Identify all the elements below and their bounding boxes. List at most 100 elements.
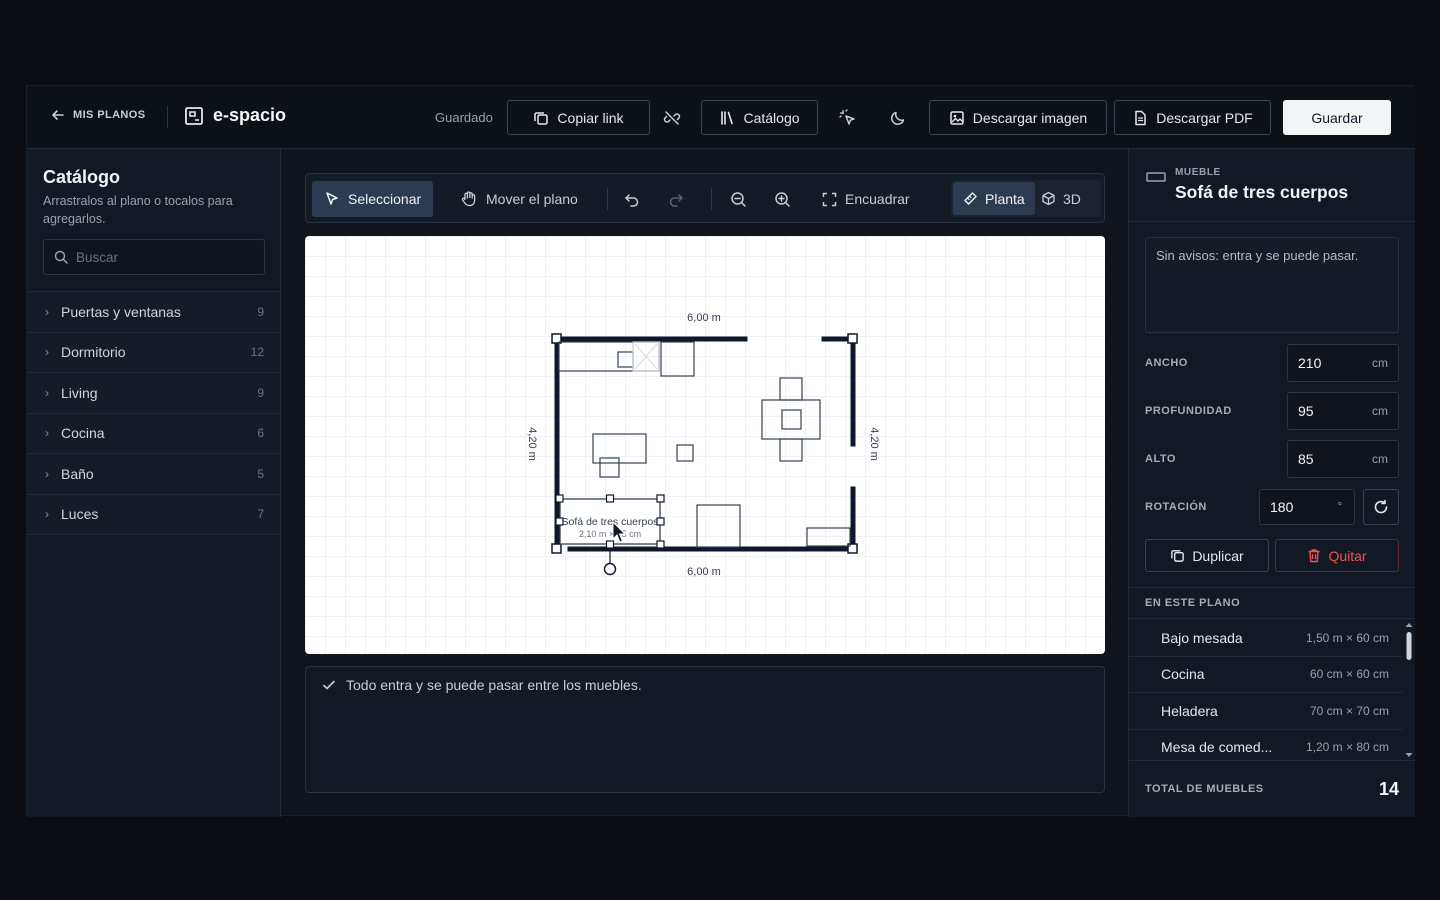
arrow-left-icon <box>51 108 65 122</box>
category-count: 12 <box>250 345 264 360</box>
rotate-button[interactable] <box>1363 489 1399 525</box>
back-to-plans-link[interactable]: MIS PLANOS <box>51 108 145 122</box>
depth-unit: cm <box>1372 404 1388 418</box>
header-divider <box>167 106 168 128</box>
category-label: Luces <box>61 506 99 523</box>
depth-field: PROFUNDIDAD 95 cm <box>1145 392 1399 430</box>
plan-view-label: Planta <box>985 190 1025 207</box>
width-field: ANCHO 210 cm <box>1145 344 1399 382</box>
category-cocina[interactable]: › Cocina 6 <box>27 413 280 454</box>
scroll-up-icon[interactable] <box>1405 623 1413 627</box>
category-luces[interactable]: › Luces 7 <box>27 494 280 535</box>
undo-button[interactable] <box>614 181 650 217</box>
zoom-in-button[interactable] <box>764 181 801 217</box>
item-name: Cocina <box>1161 666 1205 683</box>
in-plan-list: Bajo mesada 1,50 m × 60 cm Cocina 60 cm … <box>1129 620 1403 760</box>
category-bano[interactable]: › Baño 5 <box>27 454 280 495</box>
side-table[interactable] <box>599 457 620 478</box>
width-input[interactable]: 210 cm <box>1287 344 1399 382</box>
list-scrollbar[interactable] <box>1403 620 1415 760</box>
select-tool-button[interactable]: Seleccionar <box>312 181 434 217</box>
undo-icon <box>624 191 640 207</box>
sink[interactable] <box>617 351 634 368</box>
fit-view-button[interactable]: Encuadrar <box>810 181 922 217</box>
magic-tool-button[interactable] <box>836 106 860 130</box>
category-dormitorio[interactable]: › Dormitorio 12 <box>27 332 280 373</box>
panel-header: MUEBLE Sofá de tres cuerpos <box>1129 149 1415 222</box>
fridge[interactable] <box>660 341 695 377</box>
download-pdf-button[interactable]: Descargar PDF <box>1114 100 1271 135</box>
plan-icon <box>184 106 204 126</box>
brand-name: e-spacio <box>213 105 287 125</box>
chevron-right-icon: › <box>45 385 49 400</box>
plan-view-button[interactable]: Planta <box>953 182 1035 215</box>
pan-tool-button[interactable]: Mover el plano <box>448 181 590 217</box>
category-living[interactable]: › Living 9 <box>27 373 280 414</box>
duplicate-label: Duplicar <box>1192 547 1244 564</box>
category-puertas-y-ventanas[interactable]: › Puertas y ventanas 9 <box>27 292 280 333</box>
chevron-right-icon: › <box>45 426 49 441</box>
list-item[interactable]: Cocina 60 cm × 60 cm <box>1129 657 1403 693</box>
scroll-down-icon[interactable] <box>1405 753 1413 757</box>
resize-handle[interactable] <box>656 517 665 526</box>
height-input[interactable]: 85 cm <box>1287 440 1399 478</box>
dark-mode-toggle[interactable] <box>886 106 910 130</box>
catalog-button[interactable]: Catálogo <box>701 100 818 135</box>
sofa-dims: 2,10 m × 95 cm <box>579 529 641 539</box>
list-item[interactable]: Heladera 70 cm × 70 cm <box>1129 693 1403 730</box>
resize-handle[interactable] <box>656 494 665 503</box>
bench[interactable] <box>806 527 851 547</box>
duplicate-button[interactable]: Duplicar <box>1145 539 1269 572</box>
copy-link-button[interactable]: Copiar link <box>507 100 650 135</box>
category-label: Dormitorio <box>61 344 126 361</box>
top-bar: MIS PLANOS e-spacio Guardado Copiar link <box>27 86 1415 149</box>
resize-handle[interactable] <box>656 540 665 549</box>
list-item[interactable]: Mesa de comed... 1,20 m × 80 cm <box>1129 730 1403 761</box>
resize-handle[interactable] <box>555 517 564 526</box>
selected-sofa[interactable]: Sofá de tres cuerpos 2,10 m × 95 cm <box>555 494 665 576</box>
rotation-input[interactable]: 180 ° <box>1259 489 1355 525</box>
ruler-icon <box>963 191 978 206</box>
back-label: MIS PLANOS <box>73 109 146 121</box>
dining-table[interactable] <box>761 399 821 440</box>
dining-chair-bottom[interactable] <box>779 438 803 462</box>
kitchen-counter[interactable] <box>558 341 660 372</box>
dining-chair-top[interactable] <box>779 377 803 401</box>
catalog-label: Catálogo <box>743 109 800 126</box>
list-item[interactable]: Bajo mesada 1,50 m × 60 cm <box>1129 620 1403 657</box>
rotation-handle[interactable] <box>603 562 617 576</box>
copy-icon <box>1170 548 1185 563</box>
furniture-total: TOTAL DE MUEBLES 14 <box>1129 760 1415 817</box>
item-dims: 60 cm × 60 cm <box>1309 667 1389 682</box>
redo-button[interactable] <box>658 181 694 217</box>
rotation-value: 180 <box>1270 499 1294 515</box>
resize-handle[interactable] <box>555 494 564 503</box>
download-pdf-label: Descargar PDF <box>1156 109 1253 126</box>
sidebar-title: Catálogo <box>43 167 121 187</box>
unlink-toggle[interactable] <box>660 106 684 130</box>
remove-button[interactable]: Quitar <box>1275 539 1399 572</box>
validation-panel: Todo entra y se puede pasar entre los mu… <box>305 666 1105 793</box>
lamp[interactable] <box>676 444 694 462</box>
cursor-arrow-icon <box>324 191 340 207</box>
save-button[interactable]: Guardar <box>1283 100 1391 135</box>
library-icon <box>719 110 735 126</box>
resize-handle[interactable] <box>605 494 615 503</box>
item-name: Mesa de comed... <box>1161 739 1273 756</box>
zoom-out-button[interactable] <box>720 181 757 217</box>
floor-plan-drawing: 6,00 m 6,00 m 4,20 m 4,20 m Sofá de tres… <box>526 312 880 578</box>
depth-input[interactable]: 95 cm <box>1287 392 1399 430</box>
moon-icon <box>889 109 907 127</box>
floor-plan-canvas[interactable]: 6,00 m 6,00 m 4,20 m 4,20 m Sofá de tres… <box>305 236 1105 654</box>
search-input[interactable] <box>76 249 256 265</box>
corner-handle[interactable] <box>551 543 562 554</box>
corner-handle[interactable] <box>847 543 858 554</box>
scroll-thumb[interactable] <box>1406 632 1412 660</box>
corner-handle[interactable] <box>847 333 858 344</box>
resize-handle[interactable] <box>605 540 615 549</box>
download-image-button[interactable]: Descargar imagen <box>929 100 1107 135</box>
cabinet[interactable] <box>696 504 741 548</box>
category-count: 9 <box>257 385 264 400</box>
view-3d-button[interactable]: 3D <box>1033 182 1089 215</box>
search-box[interactable] <box>43 239 265 275</box>
